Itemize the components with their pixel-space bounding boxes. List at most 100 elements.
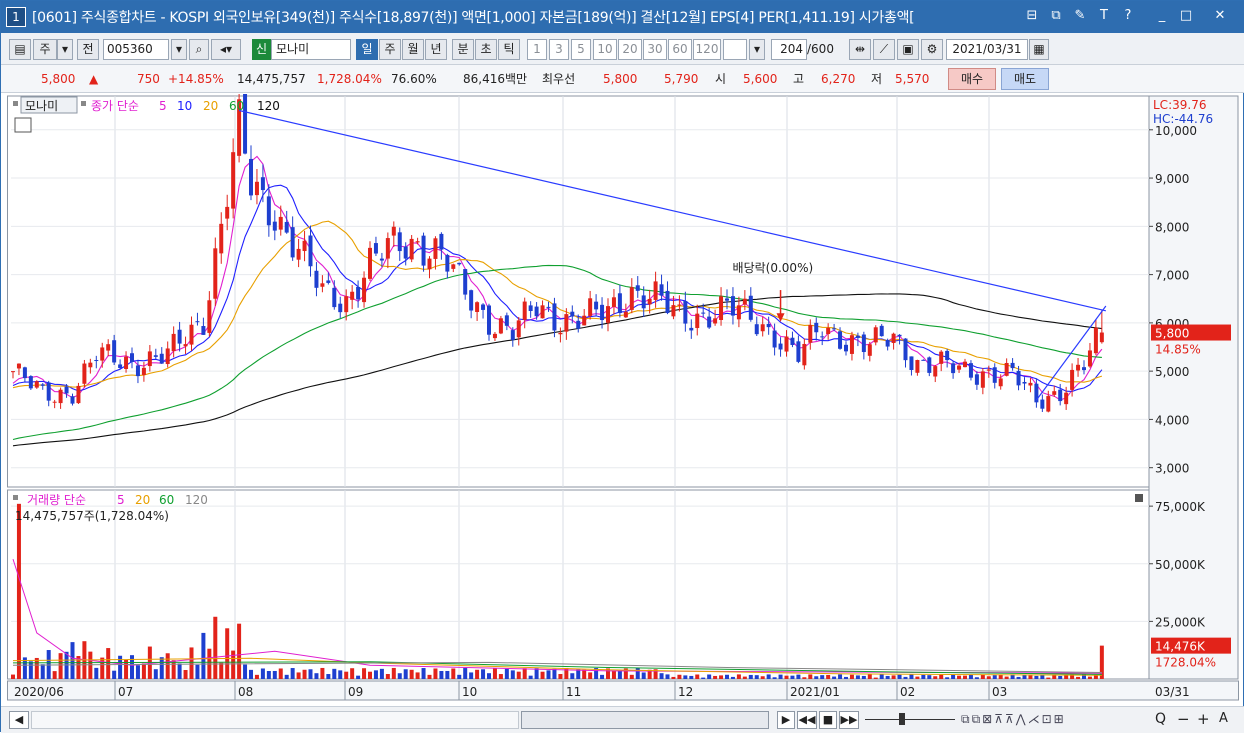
volume-bar: [272, 670, 277, 679]
period-second[interactable]: 초: [475, 39, 497, 60]
candle-body: [1082, 367, 1086, 371]
save-icon[interactable]: ▣: [897, 39, 919, 60]
interval-1[interactable]: 1: [527, 39, 547, 60]
price-volume-chart[interactable]: 2020/06 07 08 09 10 11 12 2021/01 02 03 03/3110,00…: [7, 76, 1239, 706]
interval-60[interactable]: 60: [668, 39, 692, 60]
period-weekly[interactable]: 주: [379, 39, 401, 60]
candle-body: [546, 306, 551, 308]
volume-bar: [510, 670, 515, 679]
play-button[interactable]: ▶: [777, 711, 795, 729]
volume-bar: [588, 672, 593, 679]
window-number[interactable]: 1: [6, 7, 26, 27]
volume-bar: [475, 669, 480, 679]
volume-bar: [88, 651, 93, 679]
candle-body: [88, 362, 93, 368]
candle-body: [64, 386, 69, 394]
pin-icon[interactable]: ✎: [1071, 7, 1089, 25]
buy-button[interactable]: 매수: [948, 68, 996, 90]
y-tick-label: 8,000: [1155, 220, 1189, 234]
volume-bar: [141, 663, 146, 679]
close-icon[interactable]: ✕: [1211, 7, 1229, 25]
volume-bar: [171, 660, 176, 679]
zoom-slider-handle[interactable]: [899, 713, 905, 725]
date-input[interactable]: 2021/03/31: [946, 39, 1028, 60]
period-yearly[interactable]: 년: [425, 39, 447, 60]
stock-name-field[interactable]: 모나미: [271, 39, 351, 60]
best-price-label: 최우선: [542, 72, 576, 86]
trade-amount: 86,416백만: [463, 72, 528, 86]
count-input[interactable]: 204: [771, 39, 807, 60]
zoom-slider[interactable]: [865, 719, 955, 720]
volume-bar: [558, 673, 563, 679]
candle-body: [28, 376, 33, 389]
volume-bar: [707, 674, 712, 679]
interval-30[interactable]: 30: [643, 39, 667, 60]
candle-body: [873, 327, 878, 343]
layout-icon[interactable]: ⊟: [1023, 7, 1041, 25]
copy-icon[interactable]: ⧉: [1047, 7, 1065, 25]
compare-icon[interactable]: ⇹: [849, 39, 871, 60]
interval-dropdown-icon[interactable]: ▾: [749, 39, 765, 60]
search-icon[interactable]: ⌕: [189, 39, 209, 60]
period-daily[interactable]: 일: [356, 39, 378, 60]
scroll-thumb[interactable]: [521, 711, 769, 729]
candle-body: [415, 241, 420, 243]
candle-body: [826, 327, 831, 335]
interval-20[interactable]: 20: [618, 39, 642, 60]
price-panel: [7, 95, 1150, 488]
chart-area[interactable]: 2020/06 07 08 09 10 11 12 2021/01 02 03 03/31 10,00…: [7, 76, 1239, 706]
volume-bar: [867, 674, 872, 679]
stop-button[interactable]: ■: [819, 711, 837, 729]
maximize-icon[interactable]: □: [1177, 7, 1195, 25]
help-icon[interactable]: ?: [1119, 7, 1137, 25]
zoom-search-icon[interactable]: Q: [1155, 711, 1166, 727]
interval-3[interactable]: 3: [549, 39, 569, 60]
candle-body: [165, 348, 170, 365]
pct-tag: 14.85%: [1155, 343, 1201, 357]
vol-tag: 14,476K: [1155, 640, 1206, 654]
text-icon[interactable]: T: [1095, 7, 1113, 25]
interval-custom-input[interactable]: [723, 39, 747, 60]
period-tick[interactable]: 틱: [498, 39, 520, 60]
calendar-icon[interactable]: ▦: [1029, 39, 1049, 60]
period-monthly[interactable]: 월: [402, 39, 424, 60]
interval-120[interactable]: 120: [693, 39, 721, 60]
period-minute[interactable]: 분: [452, 39, 474, 60]
y-tick-label: 25,000K: [1155, 615, 1206, 629]
chevron-down-icon[interactable]: ▾: [57, 39, 73, 60]
gear-icon[interactable]: ⚙: [921, 39, 943, 60]
drawing-tools-icons[interactable]: ⧉⧉⊠⊼⊼⋀⋌⊡⊞: [961, 712, 1066, 727]
candle-body: [46, 382, 51, 401]
candle-body: [1022, 381, 1027, 384]
prev-button[interactable]: 전: [77, 39, 99, 60]
high-label: 고: [793, 72, 805, 86]
sound-icon[interactable]: ◂▾: [211, 39, 241, 60]
zoom-in-icon[interactable]: +: [1197, 710, 1210, 728]
volume-bar: [70, 642, 75, 679]
period-select[interactable]: 주: [33, 39, 57, 60]
volume-bar: [730, 676, 735, 679]
sell-button[interactable]: 매도: [1001, 68, 1049, 90]
rewind-button[interactable]: ◀◀: [797, 711, 817, 729]
minimize-icon[interactable]: _: [1153, 7, 1171, 25]
candle-body: [683, 301, 688, 324]
candle-body: [332, 287, 337, 308]
stock-code-input[interactable]: 005360: [103, 39, 169, 60]
code-dropdown-icon[interactable]: ▾: [171, 39, 187, 60]
zoom-out-icon[interactable]: −: [1177, 710, 1190, 728]
layout-menu-icon[interactable]: ▤: [9, 39, 31, 60]
candle-body: [844, 344, 848, 352]
scroll-track[interactable]: [31, 711, 519, 729]
interval-5[interactable]: 5: [571, 39, 591, 60]
volume-bar: [754, 675, 759, 679]
fast-forward-button[interactable]: ▶▶: [839, 711, 859, 729]
crosshair-icon[interactable]: ⟋: [873, 39, 895, 60]
candle-body: [338, 303, 343, 313]
ma-legend-period: 20: [203, 99, 218, 113]
candle-body: [879, 325, 884, 337]
volume-bar: [373, 670, 378, 679]
candle-body: [492, 333, 497, 339]
interval-10[interactable]: 10: [593, 39, 617, 60]
auto-scale-icon[interactable]: A: [1219, 711, 1228, 726]
scroll-left-button[interactable]: ◀: [9, 711, 29, 729]
